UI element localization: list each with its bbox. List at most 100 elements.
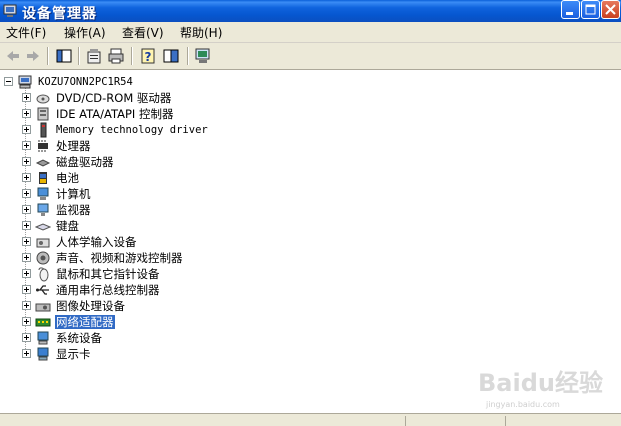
expand-toggle[interactable] [22,317,31,326]
toolbar-separator [131,47,133,65]
collapse-toggle[interactable] [4,77,13,86]
expand-toggle[interactable] [22,253,31,262]
root-label[interactable]: KOZU7ONN2PC1R54 [37,75,134,89]
expand-toggle[interactable] [22,205,31,214]
minimize-icon [566,12,573,15]
tree-node-label[interactable]: 处理器 [55,139,92,153]
title-bar[interactable]: 设备管理器 [0,0,621,22]
toolbar-separator [47,47,49,65]
close-icon [605,4,616,15]
expand-toggle[interactable] [22,349,31,358]
tree-node-label[interactable]: 键盘 [55,219,80,233]
tree-node[interactable]: 通用串行总线控制器 [22,282,322,298]
baidu-jingyan-watermark: Baidu经验 jingyan.baidu.com [478,369,603,409]
tree-node[interactable]: 人体学输入设备 [22,234,322,250]
network-adapter-icon [35,318,51,327]
back-arrow-icon[interactable] [3,46,23,66]
tree-node[interactable]: DVD/CD-ROM 驱动器 [22,90,322,106]
keyboard-icon [35,223,51,231]
expand-toggle[interactable] [22,109,31,118]
expand-toggle[interactable] [22,285,31,294]
tree-node-label[interactable]: 网络适配器 [55,315,115,329]
tree-node-label[interactable]: IDE ATA/ATAPI 控制器 [55,107,174,121]
tree-node-label[interactable]: 磁盘驱动器 [55,155,115,169]
help-icon[interactable]: ? [138,46,158,66]
minimize-button[interactable] [561,0,580,19]
forward-arrow-icon[interactable] [23,46,43,66]
maximize-button[interactable] [581,0,600,19]
status-bar [0,413,621,426]
tree-node[interactable]: 显示卡 [22,346,322,362]
expand-toggle[interactable] [22,237,31,246]
tree-node[interactable]: 鼠标和其它指针设备 [22,266,322,282]
battery-icon [39,172,47,184]
toolbar-separator [78,47,80,65]
tree-node-label[interactable]: 计算机 [55,187,92,201]
computer-monitor-icon [37,187,49,200]
hid-icon [36,238,50,248]
expand-toggle[interactable] [22,141,31,150]
ide-controller-icon [37,107,49,121]
window-title: 设备管理器 [22,6,97,22]
menu-help[interactable]: 帮助(H) [180,24,222,41]
tree-node[interactable]: Memory technology driver [22,122,342,138]
tree-node[interactable]: 磁盘驱动器 [22,154,322,170]
tree-node-label[interactable]: 鼠标和其它指针设备 [55,267,161,281]
tree-node-label[interactable]: Memory technology driver [55,123,209,137]
tree-node-label[interactable]: 系统设备 [55,331,103,345]
tree-node-label[interactable]: 显示卡 [55,347,92,361]
menu-action[interactable]: 操作(A) [64,24,106,41]
tree-node-label[interactable]: DVD/CD-ROM 驱动器 [55,91,172,105]
imaging-icon [35,303,51,312]
tree-node[interactable]: 系统设备 [22,330,322,346]
system-devices-icon [37,331,49,345]
tree-node[interactable]: 图像处理设备 [22,298,322,314]
console-tree-icon[interactable] [54,46,74,66]
expand-toggle[interactable] [22,301,31,310]
tree-root[interactable]: KOZU7ONN2PC1R54 [4,74,304,90]
device-manager-icon [3,4,17,17]
watermark-brand: Baidu经验 [478,369,603,397]
tree-node[interactable]: 监视器 [22,202,322,218]
scan-hardware-icon[interactable] [193,46,213,66]
menu-bar: 文件(F) 操作(A) 查看(V) 帮助(H) [0,22,621,43]
usb-icon [36,285,49,295]
close-button[interactable] [601,0,620,19]
tree-node[interactable]: 电池 [22,170,322,186]
toolbar-separator [187,47,189,65]
menu-view[interactable]: 查看(V) [122,24,164,41]
tree-node-label[interactable]: 图像处理设备 [55,299,126,313]
expand-toggle[interactable] [22,125,31,134]
expand-toggle[interactable] [22,157,31,166]
print-icon[interactable] [106,46,126,66]
expand-toggle[interactable] [22,189,31,198]
tree-node-label[interactable]: 声音、视频和游戏控制器 [55,251,184,265]
tree-node[interactable]: 处理器 [22,138,322,154]
processor-icon [38,140,48,152]
menu-file[interactable]: 文件(F) [6,24,46,41]
maximize-icon [585,4,596,15]
device-tree[interactable]: KOZU7ONN2PC1R54 DVD/CD-ROM 驱动器 IDE ATA/A… [0,70,621,413]
toolbar: ? [0,43,621,70]
tree-node-label[interactable]: 监视器 [55,203,92,217]
svg-text:?: ? [145,50,152,64]
sound-icon [36,251,50,265]
expand-toggle[interactable] [22,173,31,182]
tree-node[interactable]: 计算机 [22,186,322,202]
mouse-icon [38,267,49,282]
properties-icon[interactable] [84,46,104,66]
tree-node-label[interactable]: 人体学输入设备 [55,235,138,249]
memory-icon [40,122,47,138]
tree-node[interactable]: 键盘 [22,218,322,234]
expand-toggle[interactable] [22,333,31,342]
tree-node-label[interactable]: 电池 [55,171,80,185]
tree-node[interactable]: IDE ATA/ATAPI 控制器 [22,106,322,122]
expand-toggle[interactable] [22,93,31,102]
expand-toggle[interactable] [22,269,31,278]
tree-node-label[interactable]: 通用串行总线控制器 [55,283,161,297]
show-hide-pane-icon[interactable] [161,46,181,66]
monitor-icon [37,203,49,216]
expand-toggle[interactable] [22,221,31,230]
tree-node[interactable]: 声音、视频和游戏控制器 [22,250,322,266]
tree-node-selected[interactable]: 网络适配器 [22,314,322,330]
